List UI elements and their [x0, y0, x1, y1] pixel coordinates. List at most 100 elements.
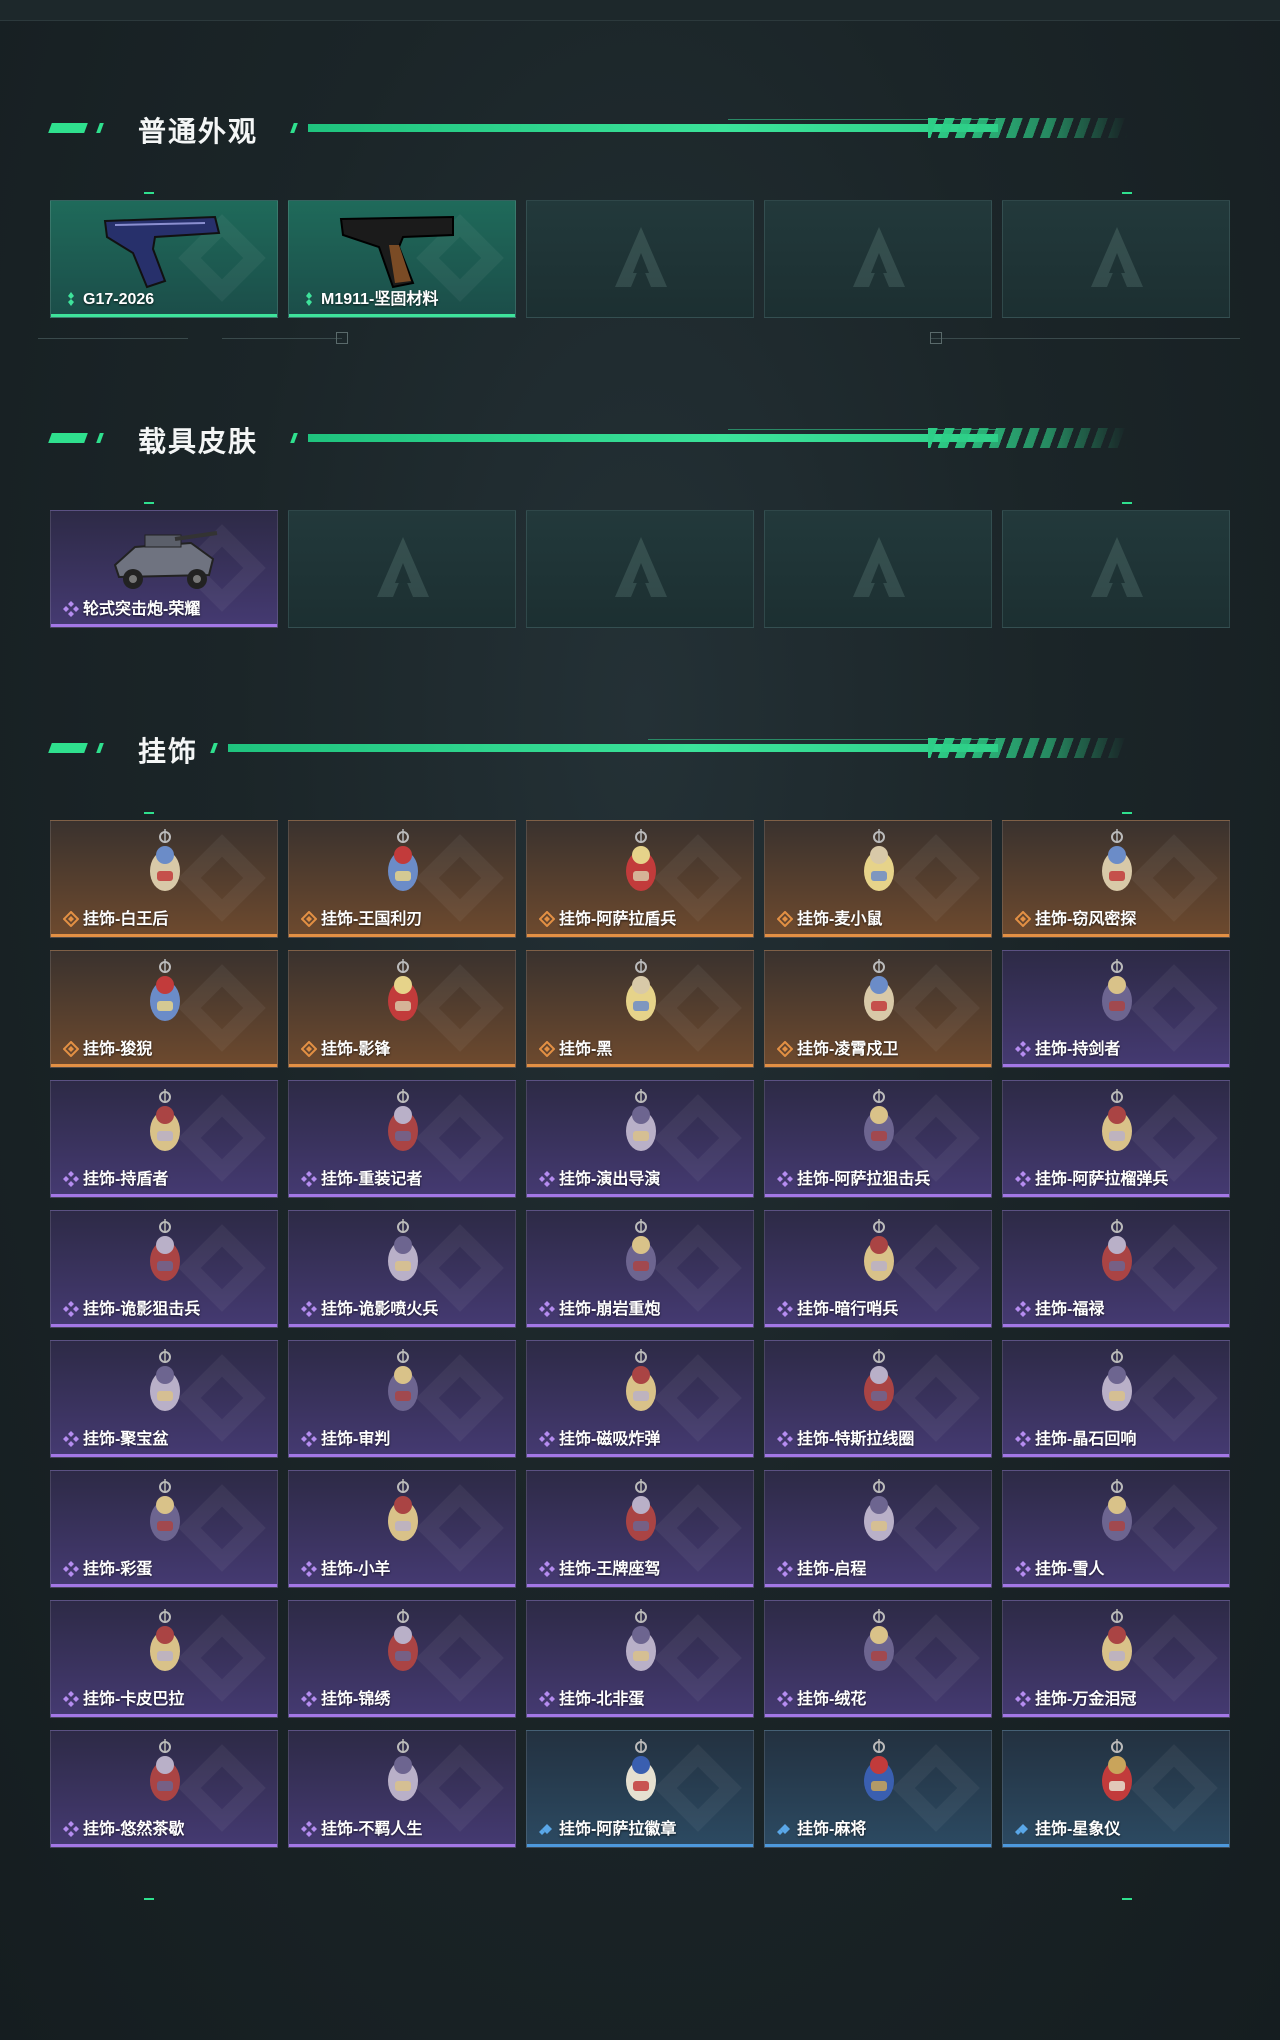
item-name: 挂饰-王国利刃 — [321, 911, 423, 928]
rarity-diamond-icon — [301, 1431, 317, 1447]
rarity-bar — [289, 934, 515, 937]
item-card[interactable]: 挂饰-小羊 — [288, 1470, 516, 1588]
section-title: 挂饰 — [138, 736, 199, 767]
item-card[interactable]: 挂饰-暗行哨兵 — [764, 1210, 992, 1328]
item-card[interactable]: 挂饰-万金泪冠 — [1002, 1600, 1230, 1718]
item-card[interactable]: 挂饰-彩蛋 — [50, 1470, 278, 1588]
item-card[interactable]: 挂饰-诡影狙击兵 — [50, 1210, 278, 1328]
item-card[interactable]: 挂饰-启程 — [764, 1470, 992, 1588]
item-card[interactable]: 挂饰-卡皮巴拉 — [50, 1600, 278, 1718]
rarity-bar — [51, 624, 277, 627]
item-card[interactable]: 挂饰-麦小鼠 — [764, 820, 992, 938]
item-card[interactable]: 挂饰-雪人 — [1002, 1470, 1230, 1588]
item-card[interactable]: 挂饰-晶石回响 — [1002, 1340, 1230, 1458]
item-card[interactable]: 挂饰-审判 — [288, 1340, 516, 1458]
charm-icon — [135, 1607, 195, 1682]
rarity-diamond-icon — [1015, 1821, 1031, 1837]
charm-icon — [373, 1087, 433, 1162]
rarity-bar — [51, 1194, 277, 1197]
item-name: 挂饰-锦绣 — [321, 1691, 391, 1708]
decor-dash — [144, 1898, 154, 1900]
item-card[interactable]: 挂饰-王国利刃 — [288, 820, 516, 938]
item-card[interactable]: 挂饰-北非蛋 — [526, 1600, 754, 1718]
item-card[interactable]: 挂饰-持盾者 — [50, 1080, 278, 1198]
item-card[interactable]: 挂饰-星象仪 — [1002, 1730, 1230, 1848]
decor-ruler-line — [38, 338, 188, 339]
decor-square-marker — [336, 332, 348, 344]
item-card[interactable]: 挂饰-重装记者 — [288, 1080, 516, 1198]
rarity-diamond-icon — [538, 1040, 556, 1058]
rarity-bar — [289, 1324, 515, 1327]
empty-slot — [1002, 200, 1230, 318]
placeholder-logo-icon — [1091, 227, 1143, 287]
item-name: 挂饰-阿萨拉狙击兵 — [797, 1171, 931, 1188]
item-card[interactable]: 挂饰-崩岩重炮 — [526, 1210, 754, 1328]
item-card[interactable]: 挂饰-阿萨拉盾兵 — [526, 820, 754, 938]
rarity-diamond-icon — [63, 601, 79, 617]
item-card[interactable]: 挂饰-窃风密探 — [1002, 820, 1230, 938]
item-card[interactable]: 挂饰-王牌座驾 — [526, 1470, 754, 1588]
item-card[interactable]: 挂饰-麻将 — [764, 1730, 992, 1848]
charm-icon — [611, 957, 671, 1032]
item-card[interactable]: 挂饰-狻猊 — [50, 950, 278, 1068]
item-card[interactable]: 挂饰-聚宝盆 — [50, 1340, 278, 1458]
rarity-diamond-icon — [776, 910, 794, 928]
rarity-diamond-icon — [539, 1821, 555, 1837]
charm-icon — [373, 1217, 433, 1292]
item-card[interactable]: 挂饰-福禄 — [1002, 1210, 1230, 1328]
item-name: 挂饰-磁吸炸弹 — [559, 1431, 661, 1448]
item-card[interactable]: 挂饰-影锋 — [288, 950, 516, 1068]
item-card[interactable]: 轮式突击炮-荣耀 — [50, 510, 278, 628]
rarity-bar — [765, 1324, 991, 1327]
rarity-bar — [765, 1844, 991, 1847]
item-card[interactable]: 挂饰-黑 — [526, 950, 754, 1068]
item-card[interactable]: 挂饰-持剑者 — [1002, 950, 1230, 1068]
rarity-bar — [1003, 1844, 1229, 1847]
pistol-icon — [95, 203, 235, 298]
rarity-bar — [1003, 1194, 1229, 1197]
item-card[interactable]: 挂饰-阿萨拉榴弹兵 — [1002, 1080, 1230, 1198]
rarity-bar — [289, 1714, 515, 1717]
rarity-diamond-icon — [63, 1431, 79, 1447]
rarity-bar — [1003, 1454, 1229, 1457]
placeholder-logo-icon — [377, 537, 429, 597]
item-card[interactable]: 挂饰-诡影喷火兵 — [288, 1210, 516, 1328]
item-name: 挂饰-王牌座驾 — [559, 1561, 661, 1578]
item-card[interactable]: 挂饰-白王后 — [50, 820, 278, 938]
header-accent-mark — [48, 123, 88, 133]
item-card[interactable]: 挂饰-磁吸炸弹 — [526, 1340, 754, 1458]
item-card[interactable]: 挂饰-凌霄戍卫 — [764, 950, 992, 1068]
rarity-diamond-icon — [1014, 910, 1032, 928]
rarity-bar — [527, 1454, 753, 1457]
placeholder-logo-icon — [615, 537, 667, 597]
item-card[interactable]: G17-2026 — [50, 200, 278, 318]
item-card[interactable]: M1911-坚固材料 — [288, 200, 516, 318]
header-checker-pattern — [928, 738, 1128, 758]
section-title: 载具皮肤 — [138, 426, 259, 457]
item-name: 挂饰-持剑者 — [1035, 1041, 1121, 1058]
item-name: 挂饰-诡影喷火兵 — [321, 1301, 439, 1318]
item-card[interactable]: 挂饰-绒花 — [764, 1600, 992, 1718]
rarity-bar — [289, 1064, 515, 1067]
rarity-diamond-icon — [63, 1561, 79, 1577]
rarity-diamond-icon — [301, 1301, 317, 1317]
charm-icon — [1087, 1217, 1147, 1292]
item-card[interactable]: 挂饰-特斯拉线圈 — [764, 1340, 992, 1458]
item-card[interactable]: 挂饰-演出导演 — [526, 1080, 754, 1198]
charm-icon — [135, 957, 195, 1032]
rarity-diamond-icon — [301, 291, 317, 307]
rarity-diamond-icon — [538, 910, 556, 928]
item-card[interactable]: 挂饰-阿萨拉徽章 — [526, 1730, 754, 1848]
charm-icon — [135, 1347, 195, 1422]
item-card[interactable]: 挂饰-不羁人生 — [288, 1730, 516, 1848]
item-name: 挂饰-窃风密探 — [1035, 911, 1137, 928]
rarity-bar — [1003, 934, 1229, 937]
item-name: 挂饰-雪人 — [1035, 1561, 1105, 1578]
header-accent-mark — [96, 123, 104, 133]
item-card[interactable]: 挂饰-锦绣 — [288, 1600, 516, 1718]
rarity-bar — [765, 1454, 991, 1457]
item-card[interactable]: 挂饰-阿萨拉狙击兵 — [764, 1080, 992, 1198]
item-card[interactable]: 挂饰-悠然茶歇 — [50, 1730, 278, 1848]
rarity-diamond-icon — [777, 1301, 793, 1317]
item-name: 挂饰-万金泪冠 — [1035, 1691, 1137, 1708]
